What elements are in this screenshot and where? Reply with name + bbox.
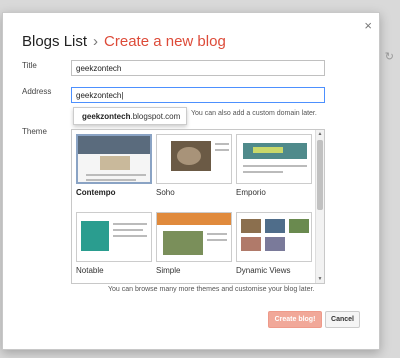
theme-thumbnail [236, 212, 312, 262]
close-icon[interactable]: × [364, 19, 372, 32]
reload-icon[interactable]: ↻ [385, 50, 394, 63]
dialog-heading: Blogs List › Create a new blog [22, 33, 226, 50]
address-input[interactable]: geekzontech| [71, 87, 325, 103]
theme-label: Theme [22, 127, 47, 136]
scroll-down-icon[interactable]: ▼ [316, 275, 324, 283]
title-input[interactable]: geekzontech [71, 60, 325, 76]
theme-name: Notable [76, 266, 104, 275]
theme-thumbnail [76, 134, 152, 184]
title-label: Title [22, 61, 37, 70]
theme-dynamic-views[interactable]: Dynamic Views [236, 212, 312, 275]
suggestion-name: geekzontech [82, 112, 131, 121]
cancel-button[interactable]: Cancel [325, 311, 360, 328]
browse-themes-note: You can browse many more themes and cust… [108, 286, 315, 293]
breadcrumb-separator: › [93, 33, 99, 50]
create-blog-button[interactable]: Create blog! [268, 311, 322, 328]
theme-name: Dynamic Views [236, 266, 291, 275]
theme-thumbnail [156, 134, 232, 184]
theme-name: Emporio [236, 188, 266, 197]
address-suggestion[interactable]: geekzontech.blogspot.com [73, 107, 187, 125]
scroll-up-icon[interactable]: ▲ [316, 130, 324, 138]
theme-simple[interactable]: Simple [156, 212, 232, 275]
theme-contempo[interactable]: Contempo [76, 134, 152, 197]
theme-thumbnail [76, 212, 152, 262]
suggestion-domain: .blogspot.com [130, 112, 181, 121]
theme-soho[interactable]: Soho [156, 134, 232, 197]
theme-scrollbar[interactable]: ▲ ▼ [315, 130, 324, 283]
custom-domain-hint: You can also add a custom domain later. [191, 110, 317, 117]
page-title: Create a new blog [104, 33, 226, 50]
breadcrumb-blogs-list[interactable]: Blogs List [22, 33, 87, 50]
theme-picker: Contempo Soho Emporio Notable Simple Dyn… [71, 129, 325, 284]
address-label: Address [22, 87, 52, 96]
theme-notable[interactable]: Notable [76, 212, 152, 275]
scroll-thumb[interactable] [317, 140, 323, 210]
create-blog-dialog: × Blogs List › Create a new blog Title gee… [2, 12, 380, 350]
theme-thumbnail [236, 134, 312, 184]
theme-name: Contempo [76, 188, 116, 197]
theme-emporio[interactable]: Emporio [236, 134, 312, 197]
theme-name: Soho [156, 188, 175, 197]
theme-thumbnail [156, 212, 232, 262]
theme-name: Simple [156, 266, 181, 275]
